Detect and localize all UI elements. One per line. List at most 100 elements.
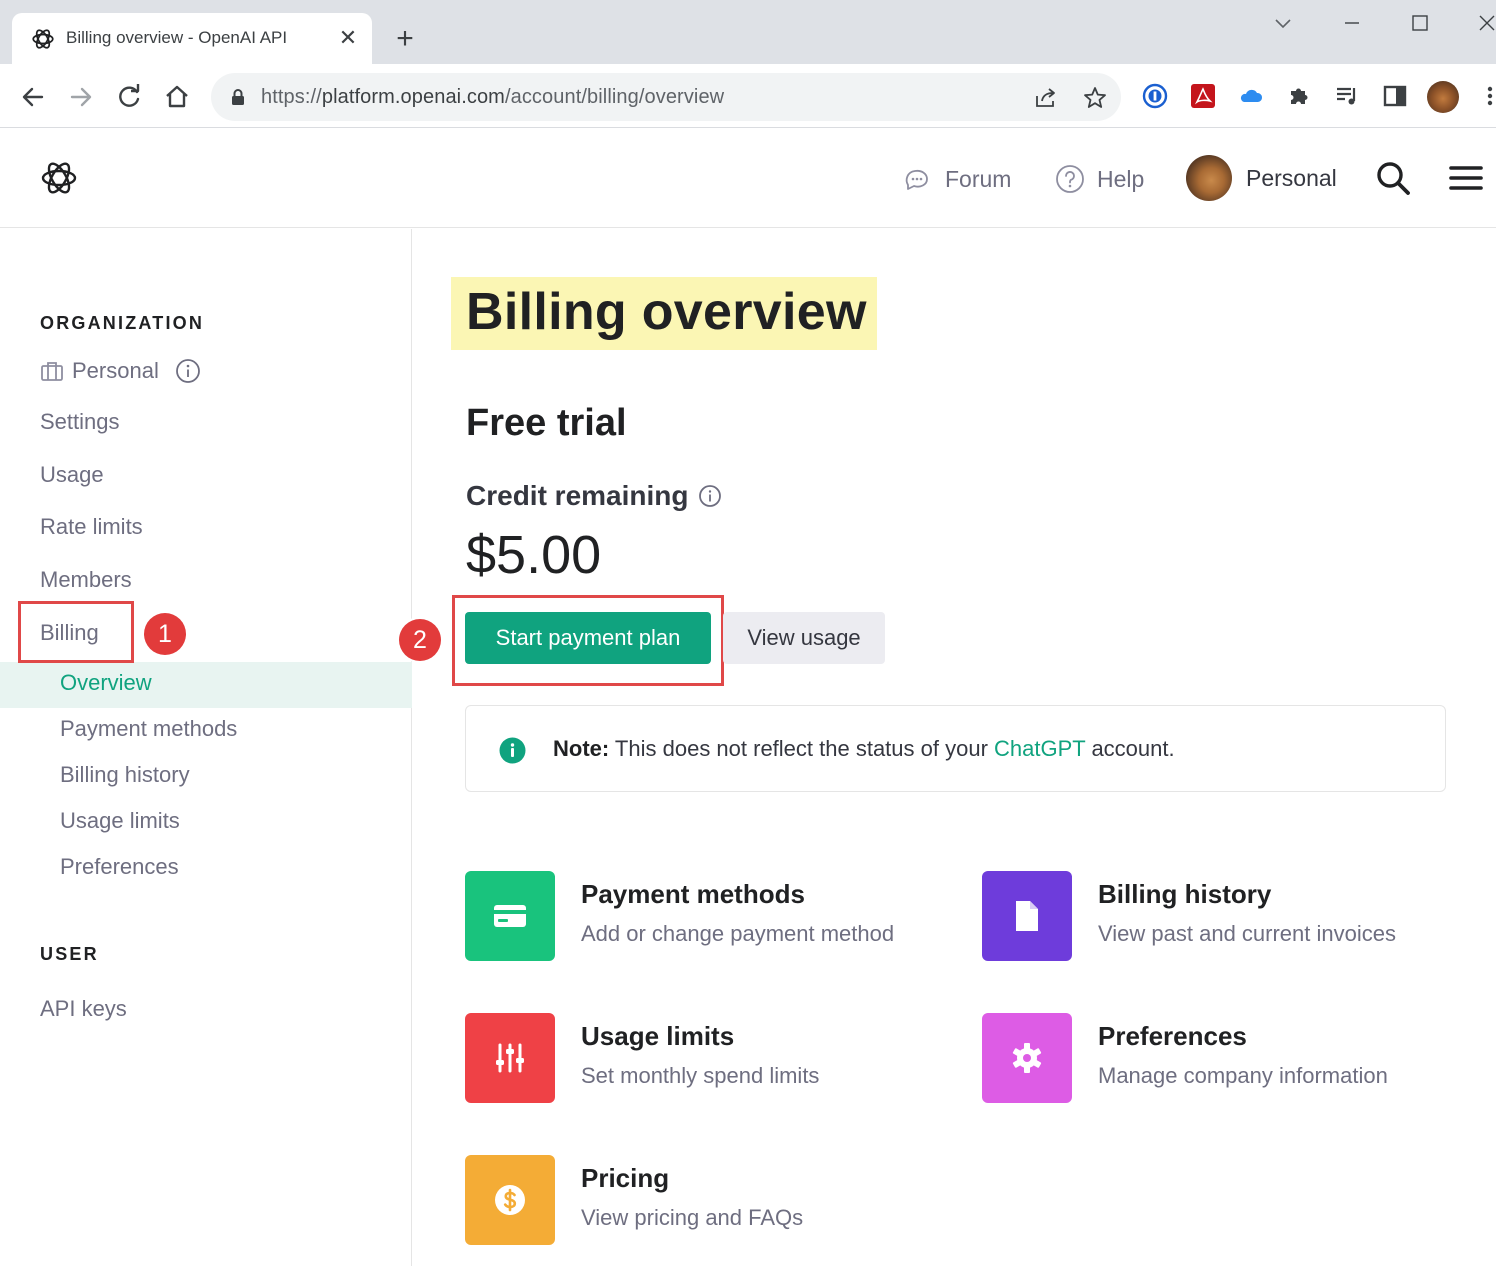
document-icon: [1016, 901, 1038, 931]
card-description: View past and current invoices: [1098, 921, 1396, 946]
card-title: Preferences: [1098, 1021, 1247, 1051]
sliders-icon: [496, 1043, 524, 1073]
browser-menu-icon[interactable]: [1478, 82, 1496, 110]
url-host: platform.openai.com: [321, 86, 505, 108]
annotation-badge-2: 2: [399, 619, 441, 661]
sidebar-subitem-payment-methods[interactable]: Payment methods: [60, 716, 237, 742]
plan-title: Free trial: [466, 402, 627, 444]
view-usage-button[interactable]: View usage: [723, 612, 885, 664]
start-payment-plan-button[interactable]: Start payment plan: [465, 612, 711, 664]
note-bold: Note:: [553, 736, 610, 761]
help-circle-icon: [1056, 165, 1084, 193]
note-callout: Note: This does not reflect the status o…: [465, 705, 1446, 792]
sidebar-item-members[interactable]: Members: [40, 567, 132, 593]
card-title: Billing history: [1098, 879, 1272, 909]
maximize-icon[interactable]: [1405, 8, 1435, 38]
url-text[interactable]: https://platform.openai.com/account/bill…: [261, 86, 724, 109]
card-pricing[interactable]: Pricing View pricing and FAQs: [465, 1155, 935, 1247]
forward-arrow-icon[interactable]: [64, 80, 98, 114]
reload-icon[interactable]: [112, 80, 146, 114]
minimize-icon[interactable]: [1337, 8, 1367, 38]
browser-toolbar: https://platform.openai.com/account/bill…: [0, 64, 1496, 128]
account-label: Personal: [1246, 164, 1337, 191]
bookmark-star-icon[interactable]: [1082, 85, 1108, 111]
card-icon-bg: [982, 1013, 1072, 1103]
sidebar-subitem-overview[interactable]: Overview: [60, 670, 152, 696]
gear-icon: [1012, 1043, 1042, 1073]
tab-close-icon[interactable]: ✕: [338, 25, 358, 51]
sidebar-item-usage[interactable]: Usage: [40, 462, 104, 488]
url-path: /account/billing/overview: [504, 86, 725, 108]
openai-logo-icon[interactable]: [39, 158, 79, 198]
browser-tab-active[interactable]: Billing overview - OpenAI API ✕: [12, 13, 372, 64]
card-preferences[interactable]: Preferences Manage company information: [982, 1013, 1452, 1105]
lock-icon[interactable]: [228, 87, 248, 107]
info-icon[interactable]: [175, 358, 201, 384]
org-name: Personal: [72, 358, 159, 383]
account-switcher[interactable]: Personal: [1186, 154, 1337, 202]
search-icon[interactable]: [1373, 158, 1413, 198]
briefcase-icon: [41, 362, 63, 381]
credit-info-icon[interactable]: [698, 484, 722, 508]
sidebar-subitem-preferences[interactable]: Preferences: [60, 854, 179, 880]
card-description: Add or change payment method: [581, 921, 895, 946]
note-body: This does not reflect the status of your: [609, 736, 995, 761]
share-icon[interactable]: [1033, 85, 1059, 111]
card-description: View pricing and FAQs: [581, 1205, 804, 1230]
annotation-box-billing: [18, 601, 134, 663]
chat-bubbles-icon: [905, 169, 928, 190]
sidebar-item-rate-limits[interactable]: Rate limits: [40, 514, 143, 540]
forum-link[interactable]: Forum: [903, 159, 1011, 199]
card-usage-limits[interactable]: Usage limits Set monthly spend limits: [465, 1013, 935, 1105]
card-title: Usage limits: [581, 1021, 735, 1051]
home-icon[interactable]: [160, 80, 194, 114]
back-arrow-icon[interactable]: [16, 80, 50, 114]
credit-label-text: Credit remaining: [466, 480, 689, 511]
tab-title: Billing overview - OpenAI API: [66, 28, 288, 47]
sidebar-item-api-keys[interactable]: API keys: [40, 996, 127, 1022]
card-billing-history[interactable]: Billing history View past and current in…: [982, 871, 1452, 963]
dollar-icon: [495, 1185, 525, 1215]
extensions-puzzle-icon[interactable]: [1285, 82, 1313, 110]
note-text: Note: This does not reflect the status o…: [553, 736, 1175, 762]
openai-favicon-icon: [32, 29, 54, 49]
media-control-icon[interactable]: [1333, 82, 1361, 110]
page-title: Billing overview: [466, 283, 867, 341]
card-description: Manage company information: [1098, 1063, 1388, 1088]
annotation-badge-1: 1: [144, 613, 186, 655]
sidebar-subitem-billing-history[interactable]: Billing history: [60, 762, 190, 788]
address-bar[interactable]: https://platform.openai.com/account/bill…: [211, 73, 1121, 121]
card-payment-methods[interactable]: Payment methods Add or change payment me…: [465, 871, 935, 963]
sidebar-subitem-usage-limits[interactable]: Usage limits: [60, 808, 180, 834]
card-icon-bg: [465, 1013, 555, 1103]
card-icon-bg: [465, 1155, 555, 1245]
cloud-extension-icon[interactable]: [1237, 82, 1265, 110]
pdf-extension-icon[interactable]: [1189, 82, 1217, 110]
tab-search-chevron-icon[interactable]: [1268, 8, 1298, 38]
credit-remaining-label: Credit remaining: [466, 480, 722, 512]
user-avatar: [1186, 155, 1232, 201]
organization-heading: ORGANIZATION: [40, 313, 205, 333]
browser-tabstrip: Billing overview - OpenAI API ✕ +: [0, 0, 1496, 64]
profile-avatar[interactable]: [1427, 81, 1459, 113]
close-window-icon[interactable]: [1472, 8, 1496, 38]
password-manager-extension-icon[interactable]: [1141, 82, 1169, 110]
card-icon-bg: [465, 871, 555, 961]
org-switcher[interactable]: Personal: [40, 358, 209, 384]
help-label: Help: [1097, 165, 1145, 192]
note-end: account.: [1085, 736, 1175, 761]
credit-amount: $5.00: [466, 525, 602, 585]
info-filled-icon: [499, 737, 526, 764]
hamburger-menu-icon[interactable]: [1446, 158, 1486, 198]
new-tab-button[interactable]: +: [390, 22, 420, 56]
help-link[interactable]: Help: [1055, 159, 1144, 199]
side-panel-icon[interactable]: [1381, 82, 1409, 110]
credit-card-icon: [494, 905, 526, 927]
card-icon-bg: [982, 871, 1072, 961]
app-header: Forum Help Personal: [0, 129, 1496, 228]
forum-label: Forum: [945, 165, 1012, 192]
card-description: Set monthly spend limits: [581, 1063, 820, 1088]
chatgpt-link[interactable]: ChatGPT: [994, 736, 1085, 761]
user-heading: USER: [40, 944, 99, 964]
sidebar-item-settings[interactable]: Settings: [40, 409, 120, 435]
